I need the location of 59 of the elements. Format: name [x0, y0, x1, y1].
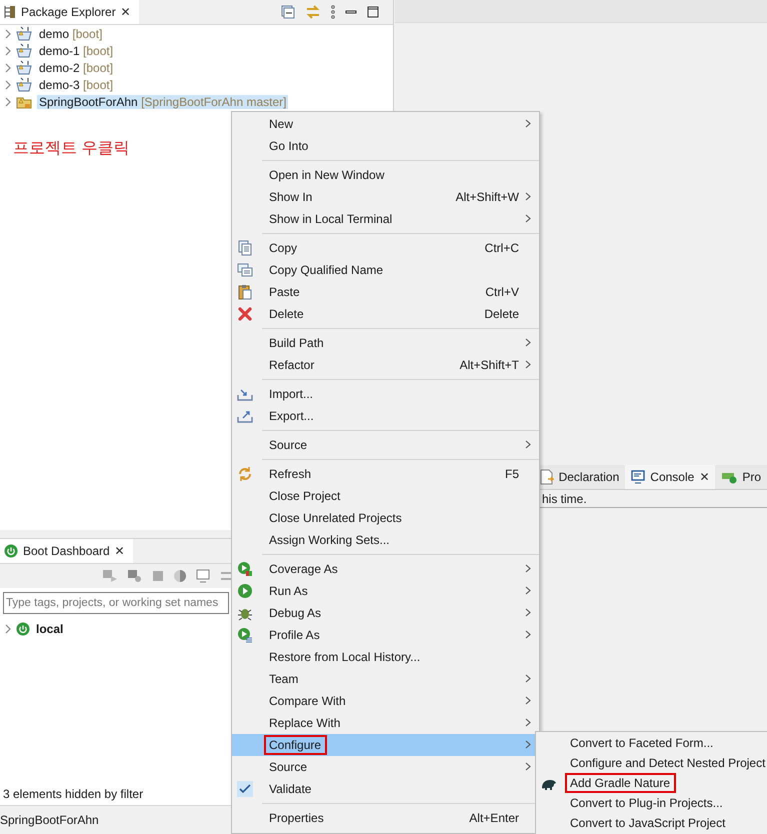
shortcut-label: Ctrl+C [484, 241, 519, 255]
project-item[interactable]: demo-2 [boot] [37, 60, 116, 74]
shortcut-label: Alt+Shift+W [456, 190, 519, 204]
menu-item[interactable]: Profile As [232, 624, 539, 646]
filter-field[interactable]: Type tags, projects, or working set names [3, 592, 229, 614]
menu-item[interactable]: Team [232, 668, 539, 690]
menu-item[interactable]: Replace With [232, 712, 539, 734]
close-icon[interactable]: ✕ [120, 5, 131, 19]
menu-item[interactable]: Convert to Plug-in Projects... [536, 793, 767, 813]
close-icon[interactable]: ✕ [699, 470, 710, 484]
shortcut-label: F5 [504, 467, 519, 481]
annotation-text: 프로젝트 우클릭 [13, 139, 130, 159]
menu-item[interactable]: Copy Ctrl+C [232, 237, 539, 259]
menu-item[interactable]: Copy Qualified Name [232, 259, 539, 281]
project-item[interactable]: SpringBootForAhn [SpringBootForAhn master] [37, 94, 288, 108]
project-item[interactable]: demo [boot] [37, 26, 104, 40]
shortcut-label: Alt+Enter [469, 811, 519, 825]
console-text: his time. [542, 492, 587, 506]
menu-item[interactable]: Validate [232, 778, 539, 800]
menu-item[interactable]: Source [232, 434, 539, 456]
menu-item[interactable]: Build Path [232, 332, 539, 354]
menu-item[interactable]: Run As [232, 580, 539, 602]
menu-item[interactable]: Open in New Window [232, 164, 539, 186]
status-text: SpringBootForAhn [0, 813, 99, 827]
project-item[interactable]: demo-1 [boot] [37, 44, 116, 58]
view-tab[interactable]: Console ✕ [625, 465, 716, 489]
menu-item[interactable]: Configure and Detect Nested Project [536, 753, 767, 773]
view-tab[interactable]: Package Explorer ✕ [0, 0, 139, 24]
view-tab[interactable]: Boot Dashboard ✕ [0, 539, 133, 563]
menu-item[interactable]: Assign Working Sets... [232, 529, 539, 551]
menu-item[interactable]: Delete Delete [232, 303, 539, 325]
shortcut-label: Ctrl+V [485, 285, 519, 299]
view-tab[interactable]: Pro [715, 465, 767, 489]
menu-item[interactable]: Go Into [232, 135, 539, 157]
menu-item[interactable]: Coverage As [232, 558, 539, 580]
highlight-outline: Configure [264, 735, 328, 755]
highlight-outline: Add Gradle Nature [565, 773, 676, 793]
menu-item[interactable]: Properties Alt+Enter [232, 807, 539, 829]
menu-item[interactable]: Compare With [232, 690, 539, 712]
menu-item[interactable]: Source [232, 756, 539, 778]
menu-item[interactable]: Debug As [232, 602, 539, 624]
menu-item[interactable]: Convert to JavaScript Project [536, 813, 767, 833]
menu-item[interactable]: Refactor Alt+Shift+T [232, 354, 539, 376]
menu-item[interactable]: Show In Alt+Shift+W [232, 186, 539, 208]
tree-item[interactable]: local [34, 622, 66, 636]
menu-item[interactable]: Paste Ctrl+V [232, 281, 539, 303]
menu-item[interactable]: Show in Local Terminal [232, 208, 539, 230]
filter-note: 3 elements hidden by filter [2, 787, 144, 803]
menu-item[interactable]: Convert to Faceted Form... [536, 733, 767, 753]
project-item[interactable]: demo-3 [boot] [37, 78, 116, 92]
menu-item[interactable]: Close Unrelated Projects [232, 507, 539, 529]
menu-item[interactable]: Add Gradle Nature [536, 773, 767, 793]
menu-item[interactable]: New [232, 113, 539, 135]
menu-item[interactable]: Restore from Local History... [232, 646, 539, 668]
shortcut-label: Delete [484, 307, 519, 321]
shortcut-label: Alt+Shift+T [460, 358, 519, 372]
menu-item[interactable]: Import... [232, 383, 539, 405]
close-icon[interactable]: ✕ [114, 544, 125, 558]
menu-item[interactable]: Export... [232, 405, 539, 427]
